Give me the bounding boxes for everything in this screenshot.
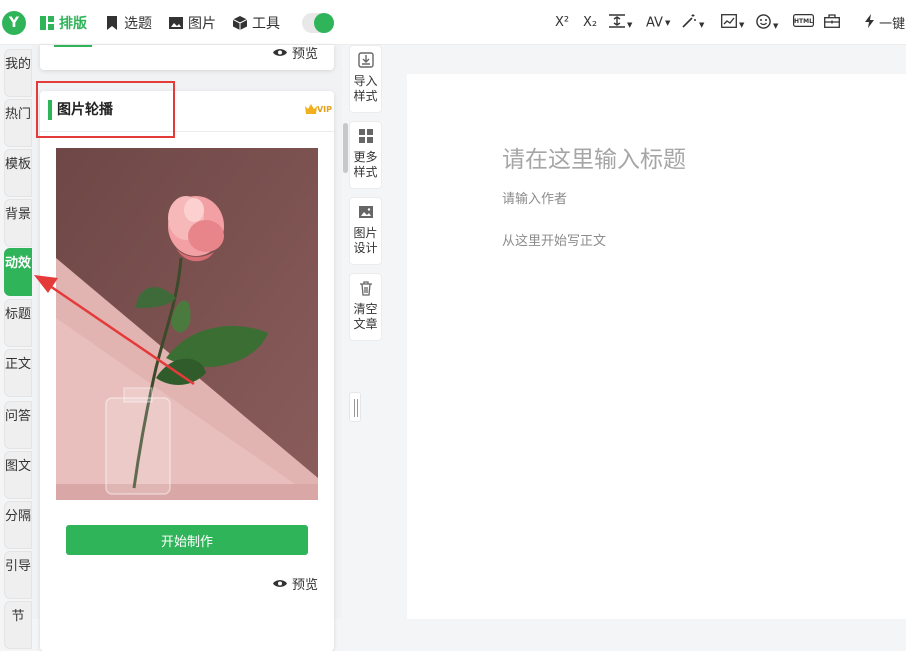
mode-toggle[interactable] [302,13,334,33]
html-icon: HTML [793,14,814,28]
preview-label: 预览 [291,578,318,593]
letter-spacing-label: AV [646,15,663,31]
category-image-text[interactable]: 图文 [4,451,32,499]
clear-article-label: 清空文章 [353,302,378,331]
more-styles-button[interactable]: 更多样式 [349,121,382,189]
lightning-icon [865,14,874,28]
nav-images-label: 图片 [188,16,216,32]
category-guide[interactable]: 引导 [4,551,32,599]
more-styles-label: 更多样式 [353,150,378,179]
line-height-button[interactable]: ▼ [609,14,632,32]
one-click-label: 一键 [879,17,906,32]
panel-scrollbar[interactable] [343,123,348,173]
preview-label: 预览 [291,47,318,62]
nav-tools[interactable]: 工具 [233,14,280,32]
vip-label: VIP [316,104,332,114]
layout-icon [40,16,54,30]
category-heading[interactable]: 标题 [4,299,32,347]
category-divider[interactable]: 分隔 [4,501,32,549]
bookmark-icon [107,16,117,30]
chart-icon [721,14,737,28]
nav-images[interactable]: 图片 [169,14,216,32]
style-card-previous: 预览 [40,45,334,70]
nav-tools-label: 工具 [252,16,280,32]
style-card-image-carousel[interactable]: 图片轮播 VIP 开始制作 预览 [40,91,334,651]
trash-icon [359,281,372,296]
category-hot[interactable]: 热门 [4,99,32,147]
subscript-button[interactable]: X₂ [583,14,597,32]
category-qa[interactable]: 问答 [4,401,32,449]
category-mine[interactable]: 我的 [4,49,32,97]
briefcase-button[interactable] [824,14,840,32]
category-nav: 我的 热门 模板 背景 动效 标题 正文 问答 图文 分隔 引导 节 [2,45,32,649]
image-design-label: 图片设计 [353,226,378,255]
superscript-button[interactable]: X² [555,14,569,32]
chart-button[interactable]: ▼ [721,14,744,32]
letter-spacing-button[interactable]: AV ▼ [646,14,670,32]
vip-badge: VIP [304,104,332,114]
briefcase-icon [824,14,840,28]
author-placeholder[interactable]: 请输入作者 [502,188,567,207]
rose-photo [56,148,318,500]
nav-topics[interactable]: 选题 [105,14,152,32]
cube-icon [233,16,247,30]
category-festival[interactable]: 节 [4,601,32,649]
import-style-label: 导入样式 [353,74,378,103]
start-creating-button[interactable]: 开始制作 [66,525,308,555]
preview-link[interactable]: 预览 [272,574,318,593]
category-template[interactable]: 模板 [4,149,32,197]
html-button[interactable]: HTML [793,14,814,32]
rose-preview-image [56,148,318,500]
app-logo[interactable]: Y [2,11,26,35]
toggle-knob [314,13,334,33]
category-body[interactable]: 正文 [4,349,32,397]
import-icon [357,52,374,68]
emoji-button[interactable]: ▼ [756,14,778,32]
nav-topics-label: 选题 [124,16,152,32]
clear-article-button[interactable]: 清空文章 [349,273,382,341]
nav-layout-label: 排版 [59,16,87,32]
magic-wand-button[interactable]: ▼ [682,14,704,32]
grid-icon [358,129,373,143]
nav-layout[interactable]: 排版 [40,14,87,32]
one-click-button[interactable]: 一键 [865,14,905,32]
body-placeholder[interactable]: 从这里开始写正文 [502,230,606,249]
image-icon [358,206,373,218]
image-icon [169,17,183,29]
eye-icon [272,580,287,587]
eye-icon [272,49,287,56]
crown-icon [304,104,317,114]
preview-link-previous[interactable]: 预览 [272,43,318,62]
magic-wand-icon [682,14,696,28]
top-bar: Y 排版 选题 图片 工具 X² X₂ ▼ AV ▼ ▼ ▼ ▼ HTML 一键 [0,0,906,45]
category-animation[interactable]: 动效 [4,248,32,296]
import-style-button[interactable]: 导入样式 [349,45,382,113]
svg-text:HTML: HTML [794,18,813,25]
emoji-icon [756,14,771,29]
title-placeholder[interactable]: 请在这里输入标题 [502,140,686,174]
annotation-highlight-box [36,81,175,138]
article-editor[interactable]: 请在这里输入标题 请输入作者 从这里开始写正文 [407,74,906,619]
category-background[interactable]: 背景 [4,199,32,247]
line-height-icon [609,14,625,28]
panel-resize-handle[interactable] [349,392,361,422]
image-design-button[interactable]: 图片设计 [349,197,382,265]
